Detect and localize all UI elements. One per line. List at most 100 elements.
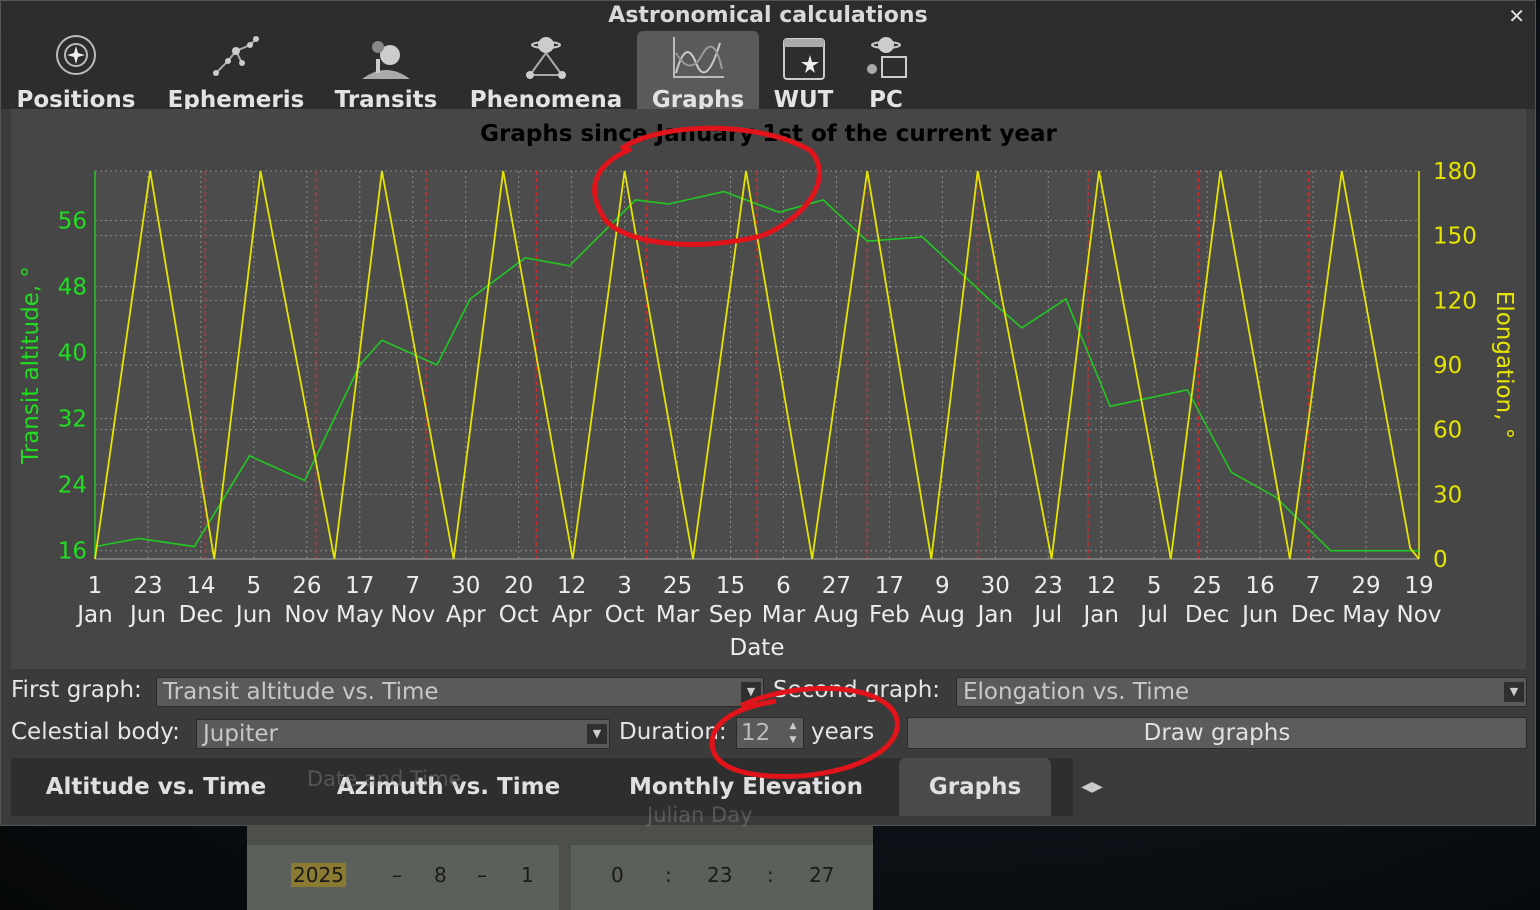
x-tick-label-month: Feb — [869, 602, 910, 628]
x-tick-label-month: Dec — [1291, 602, 1336, 628]
x-tick-label-month: Apr — [446, 602, 486, 628]
minute-value[interactable]: 23 — [707, 863, 732, 887]
x-tick-label-month: Nov — [284, 602, 329, 628]
tab-transits[interactable]: Transits — [326, 31, 446, 113]
first-graph-combo[interactable]: Transit altitude vs. Time ▼ — [156, 677, 764, 707]
first-graph-label: First graph: — [11, 677, 142, 703]
x-tick-label-day: 15 — [716, 573, 745, 599]
tab-phenomena[interactable]: Phenomena — [461, 31, 631, 113]
month-value[interactable]: 8 — [434, 863, 447, 887]
x-tick-label-day: 12 — [557, 573, 586, 599]
left-tick-label: 16 — [58, 539, 87, 565]
x-tick-label-month: May — [1342, 602, 1390, 628]
x-tick-label-month: Jun — [234, 602, 272, 628]
x-tick-label-month: Nov — [1397, 602, 1442, 628]
julian-day-label: Julian Day — [647, 803, 753, 827]
graphs-icon — [673, 37, 724, 78]
x-tick-label-day: 7 — [1306, 573, 1321, 599]
celestial-body-value: Jupiter — [203, 721, 278, 747]
x-tick-label-day: 16 — [1245, 573, 1274, 599]
x-tick-label-month: Jan — [976, 602, 1013, 628]
x-tick-label-day: 17 — [875, 573, 904, 599]
x-tick-label-month: Nov — [390, 602, 435, 628]
x-tick-label-month: Oct — [605, 602, 645, 628]
tab-scroll-arrows-icon[interactable]: ◀▶ — [1073, 758, 1111, 816]
positions-star-icon — [56, 35, 96, 75]
right-tick-label: 120 — [1433, 288, 1477, 314]
x-tick-label-day: 26 — [292, 573, 321, 599]
chevron-down-icon: ▼ — [1504, 682, 1524, 702]
second-graph-combo[interactable]: Elongation vs. Time ▼ — [956, 677, 1527, 707]
x-tick-label-day: 5 — [247, 573, 262, 599]
window-titlebar[interactable]: Astronomical calculations ✕ — [1, 1, 1535, 31]
right-tick-label: 0 — [1433, 547, 1448, 573]
x-tick-label-day: 14 — [186, 573, 215, 599]
duration-unit: years — [811, 719, 875, 745]
astronomical-calculations-window: Astronomical calculations ✕ Positions Ep… — [0, 0, 1536, 826]
x-tick-label-month: Dec — [1185, 602, 1230, 628]
graph-panel: Graphs since January 1st of the current … — [11, 109, 1526, 669]
bottom-tab-bar: Altitude vs. Time Azimuth vs. Time Month… — [11, 758, 1111, 816]
x-tick-label-day: 25 — [663, 573, 692, 599]
right-axis-label: Elongation, ° — [1491, 291, 1517, 439]
x-tick-label-month: Jan — [75, 602, 112, 628]
x-axis-label: Date — [730, 635, 785, 661]
duration-spinbox[interactable]: 12 ▲ ▼ — [736, 717, 804, 749]
time-separator: : — [767, 863, 774, 887]
x-tick-label-day: 17 — [345, 573, 374, 599]
right-tick-label: 60 — [1433, 418, 1462, 444]
date-separator: – — [477, 863, 487, 887]
top-tab-bar: Positions Ephemeris Transits Phenomena G… — [1, 31, 1535, 113]
x-tick-label-day: 20 — [504, 573, 533, 599]
left-axis-label: Transit altitude, ° — [18, 266, 44, 465]
x-tick-label-day: 1 — [88, 573, 103, 599]
chevron-down-icon: ▼ — [587, 724, 607, 744]
x-tick-label-day: 3 — [617, 573, 632, 599]
x-tick-label-month: Apr — [552, 602, 592, 628]
stepper-arrows-icon[interactable]: ▲ ▼ — [784, 719, 802, 747]
x-tick-label-month: Sep — [709, 602, 752, 628]
x-tick-label-month: Jul — [1032, 602, 1062, 628]
duration-label: Duration: — [619, 719, 727, 745]
tab-graphs-bottom[interactable]: Graphs — [899, 758, 1051, 816]
tab-altitude-vs-time[interactable]: Altitude vs. Time — [11, 758, 301, 816]
tab-ephemeris[interactable]: Ephemeris — [156, 31, 316, 113]
x-tick-label-month: Mar — [656, 602, 700, 628]
x-tick-label-day: 30 — [981, 573, 1010, 599]
date-time-label: Date and Time — [307, 767, 462, 791]
second-value[interactable]: 27 — [809, 863, 834, 887]
right-tick-label: 150 — [1433, 224, 1477, 250]
ephemeris-constellation-icon — [213, 36, 259, 76]
x-tick-label-month: Mar — [762, 602, 806, 628]
left-tick-label: 24 — [58, 473, 87, 499]
celestial-body-combo[interactable]: Jupiter ▼ — [196, 719, 610, 749]
planet-calc-icon — [867, 37, 907, 78]
date-separator: – — [392, 863, 402, 887]
close-icon[interactable]: ✕ — [1508, 4, 1525, 28]
tab-wut[interactable]: WUT — [766, 31, 841, 113]
x-tick-label-day: 19 — [1404, 573, 1433, 599]
transits-icon — [362, 41, 410, 79]
x-tick-label-day: 23 — [133, 573, 162, 599]
x-tick-label-day: 25 — [1193, 573, 1222, 599]
x-tick-label-month: Jul — [1138, 602, 1168, 628]
tab-graphs[interactable]: Graphs — [637, 31, 759, 113]
duration-value: 12 — [741, 720, 771, 746]
right-tick-label: 180 — [1433, 159, 1477, 185]
draw-graphs-button[interactable]: Draw graphs — [907, 717, 1527, 749]
x-tick-label-day: 27 — [822, 573, 851, 599]
second-graph-value: Elongation vs. Time — [963, 679, 1190, 705]
left-tick-label: 56 — [58, 209, 87, 235]
right-tick-label: 30 — [1433, 482, 1462, 508]
x-tick-label-month: Aug — [920, 602, 965, 628]
year-value[interactable]: 2025 — [291, 863, 346, 887]
x-tick-label-day: 12 — [1087, 573, 1116, 599]
tab-positions[interactable]: Positions — [6, 31, 146, 113]
phenomena-icon — [526, 37, 566, 79]
x-tick-label-month: Jan — [1082, 602, 1119, 628]
day-value[interactable]: 1 — [521, 863, 534, 887]
hour-value[interactable]: 0 — [611, 863, 624, 887]
tab-pc[interactable]: PC — [851, 31, 921, 113]
x-tick-label-month: Jun — [128, 602, 166, 628]
celestial-body-label: Celestial body: — [11, 719, 180, 745]
